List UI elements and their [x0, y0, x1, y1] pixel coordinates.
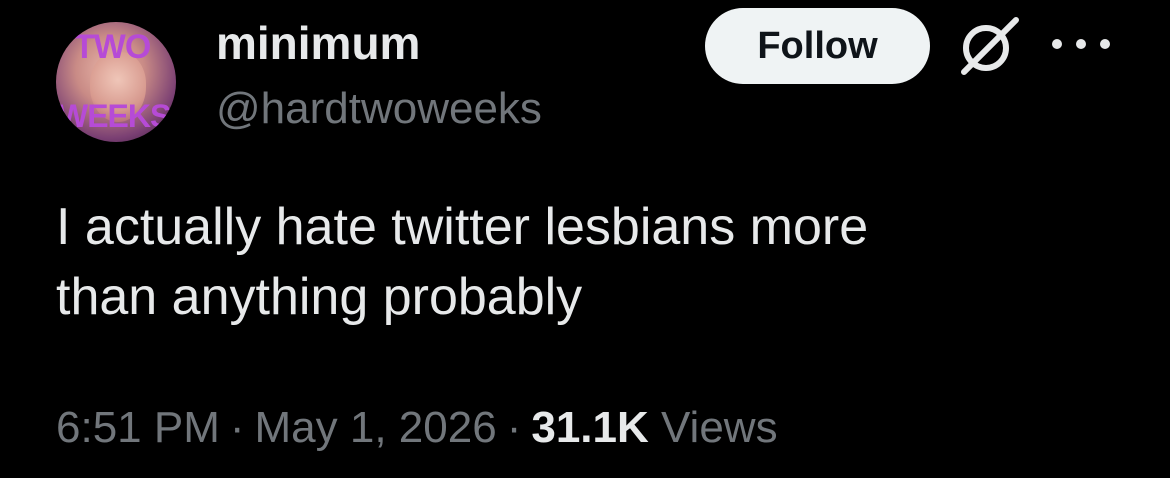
- more-icon[interactable]: [1052, 36, 1110, 52]
- views-label[interactable]: Views: [661, 403, 778, 452]
- more-dot: [1076, 39, 1086, 49]
- avatar[interactable]: TWO WEEKS: [56, 22, 176, 142]
- tweet-text: I actually hate twitter lesbians more th…: [56, 198, 869, 326]
- tweet-meta: 6:51 PM · May 1, 2026 · 31.1K Views: [56, 398, 778, 458]
- tweet-date[interactable]: May 1, 2026: [255, 403, 497, 452]
- author-handle[interactable]: @hardtwoweeks: [216, 80, 542, 138]
- tweet-time[interactable]: 6:51 PM: [56, 403, 220, 452]
- grok-icon[interactable]: [950, 14, 1026, 78]
- more-dot: [1052, 39, 1062, 49]
- views-count[interactable]: 31.1K: [531, 403, 648, 452]
- meta-separator: ·: [506, 403, 522, 452]
- avatar-text-bottom: WEEKS: [58, 98, 171, 134]
- avatar-text-top: TWO: [74, 28, 151, 66]
- follow-button[interactable]: Follow: [705, 8, 930, 84]
- more-dot: [1100, 39, 1110, 49]
- meta-separator: ·: [229, 403, 245, 452]
- author-display-name[interactable]: minimum: [216, 14, 420, 72]
